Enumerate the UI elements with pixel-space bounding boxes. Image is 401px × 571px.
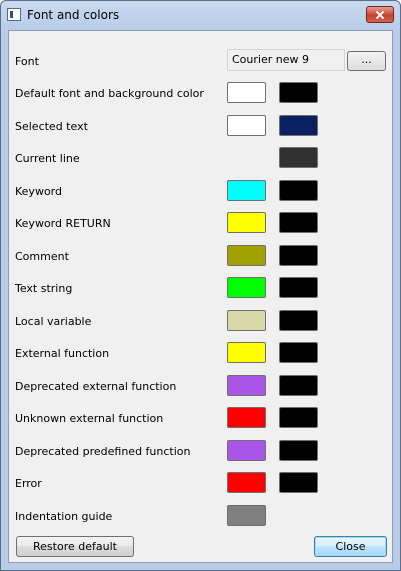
row-label: Keyword RETURN: [15, 217, 111, 230]
row-label: External function: [15, 347, 110, 360]
foreground-color-swatch[interactable]: [227, 505, 266, 526]
background-color-swatch[interactable]: [279, 115, 318, 136]
foreground-color-swatch[interactable]: [227, 245, 266, 266]
row-label: Deprecated predefined function: [15, 445, 191, 458]
background-color-swatch[interactable]: [279, 407, 318, 428]
row-label: Unknown external function: [15, 412, 164, 425]
close-button[interactable]: Close: [314, 536, 387, 557]
background-color-swatch[interactable]: [279, 375, 318, 396]
background-color-swatch[interactable]: [279, 342, 318, 363]
foreground-color-swatch[interactable]: [227, 472, 266, 493]
background-color-swatch[interactable]: [279, 277, 318, 298]
background-color-swatch[interactable]: [279, 180, 318, 201]
row-label: Local variable: [15, 315, 92, 328]
background-color-swatch[interactable]: [279, 212, 318, 233]
close-window-button[interactable]: [366, 6, 394, 23]
window-icon: [7, 8, 21, 21]
background-color-swatch[interactable]: [279, 147, 318, 168]
row-label: Keyword: [15, 185, 62, 198]
row-label: Text string: [15, 282, 73, 295]
row-label: Error: [15, 477, 42, 490]
background-color-swatch[interactable]: [279, 472, 318, 493]
foreground-color-swatch[interactable]: [227, 212, 266, 233]
font-field[interactable]: Courier new 9: [227, 49, 345, 71]
foreground-color-swatch[interactable]: [227, 115, 266, 136]
row-label: Default font and background color: [15, 87, 204, 100]
foreground-color-swatch[interactable]: [227, 180, 266, 201]
row-label: Indentation guide: [15, 510, 113, 523]
font-colors-dialog: Font and colors Font Courier new 9 ... R…: [0, 0, 401, 571]
foreground-color-swatch[interactable]: [227, 310, 266, 331]
title-bar: Font and colors: [1, 1, 400, 30]
background-color-swatch[interactable]: [279, 310, 318, 331]
background-color-swatch[interactable]: [279, 245, 318, 266]
foreground-color-swatch[interactable]: [227, 82, 266, 103]
dialog-content: Font Courier new 9 ... Restore default C…: [8, 30, 393, 563]
restore-default-button[interactable]: Restore default: [16, 536, 134, 557]
foreground-color-swatch[interactable]: [227, 277, 266, 298]
foreground-color-swatch[interactable]: [227, 407, 266, 428]
background-color-swatch[interactable]: [279, 82, 318, 103]
font-label: Font: [15, 55, 39, 68]
foreground-color-swatch[interactable]: [227, 375, 266, 396]
foreground-color-swatch[interactable]: [227, 440, 266, 461]
row-label: Comment: [15, 250, 69, 263]
window-title: Font and colors: [27, 8, 120, 22]
row-label: Deprecated external function: [15, 380, 177, 393]
foreground-color-swatch[interactable]: [227, 342, 266, 363]
row-label: Current line: [15, 152, 80, 165]
background-color-swatch[interactable]: [279, 440, 318, 461]
row-label: Selected text: [15, 120, 88, 133]
browse-font-button[interactable]: ...: [347, 51, 386, 71]
